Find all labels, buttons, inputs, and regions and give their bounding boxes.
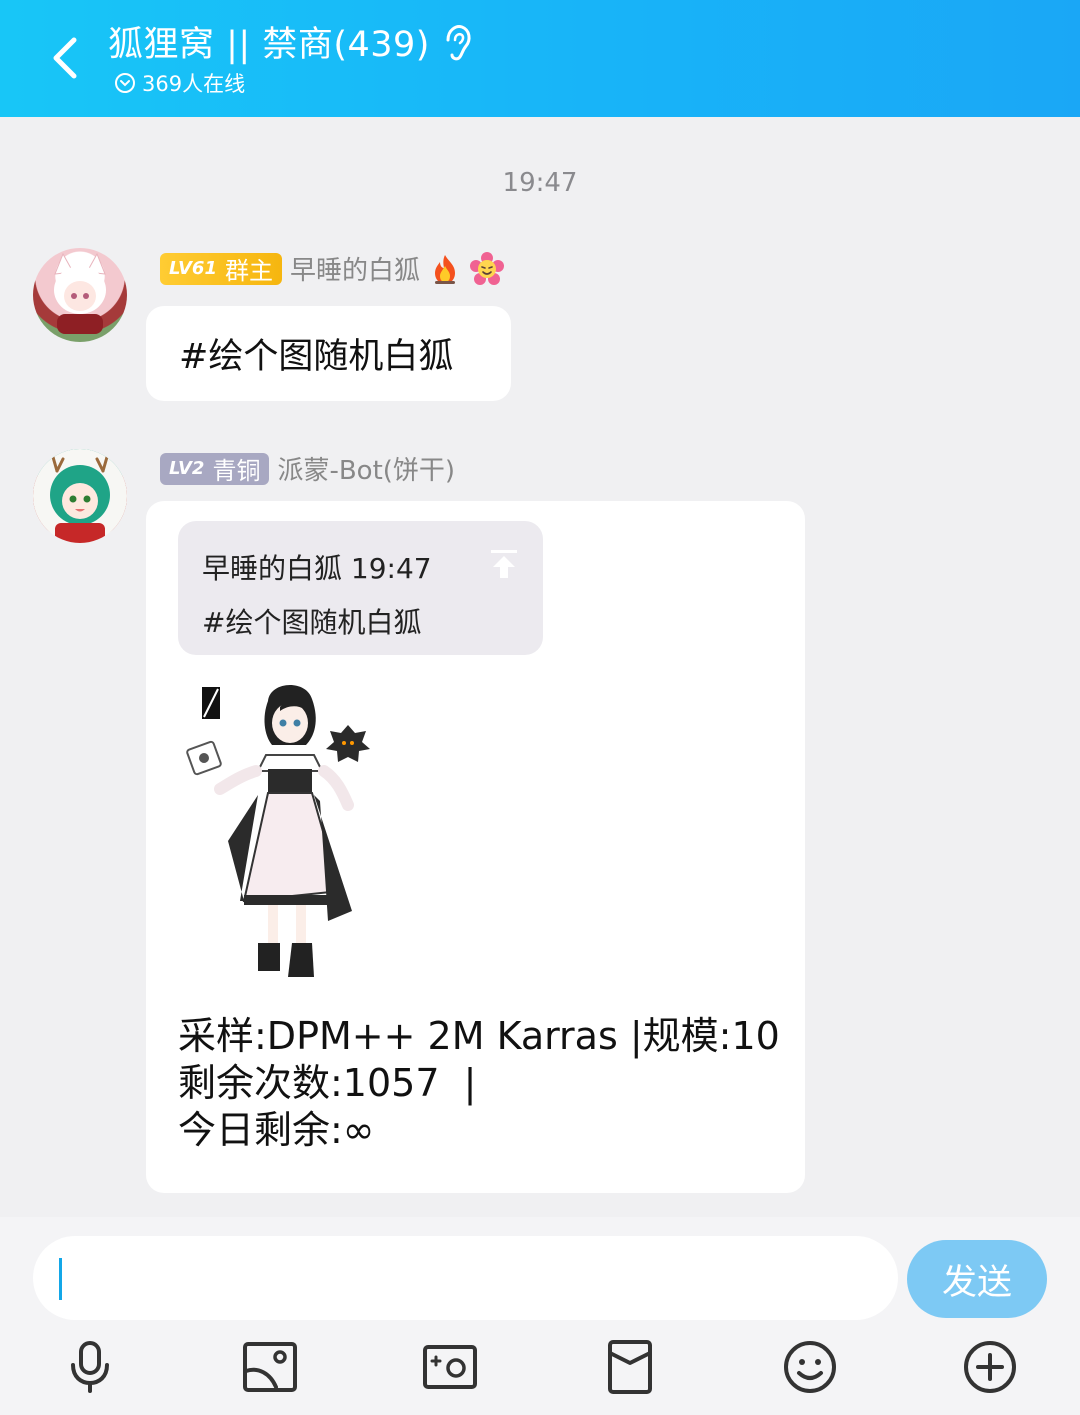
- avatar-white-fox: [54, 252, 106, 334]
- emoji-button[interactable]: [780, 1337, 840, 1397]
- plus-button[interactable]: [960, 1337, 1020, 1397]
- chevron-down-circle-icon: [115, 73, 135, 93]
- generated-image[interactable]: [180, 671, 380, 991]
- chevron-left-icon[interactable]: [46, 34, 86, 82]
- level-badge: LV2 青铜: [160, 452, 270, 485]
- role-label: 群主: [224, 257, 273, 285]
- sender-row: LV61 群主 早睡的白狐: [160, 250, 504, 287]
- camera-icon: [423, 1345, 477, 1389]
- red-packet-icon: [608, 1340, 652, 1394]
- sender-name[interactable]: 早睡的白狐: [290, 250, 420, 287]
- message-bubble[interactable]: 早睡的白狐 19:47 #绘个图随机白狐 采样:DPM++ 2M Karras …: [146, 501, 805, 1193]
- reply-line: 剩余次数:1057 |: [178, 1061, 477, 1105]
- red-packet-button[interactable]: [600, 1337, 660, 1397]
- fire-icon: [435, 254, 455, 284]
- level-badge: LV61 群主: [160, 252, 282, 285]
- flower-face-icon: [470, 251, 504, 285]
- microphone-icon: [71, 1341, 109, 1393]
- message-timestamp: 19:47: [502, 168, 578, 198]
- quoted-reply[interactable]: 早睡的白狐 19:47 #绘个图随机白狐: [178, 521, 543, 655]
- camera-button[interactable]: [420, 1337, 480, 1397]
- avatar-bot: [33, 449, 127, 543]
- quote-text: #绘个图随机白狐: [202, 606, 422, 639]
- composer: 发送: [0, 1217, 1080, 1415]
- jump-to-original-icon[interactable]: [487, 547, 521, 581]
- quote-header: 早睡的白狐 19:47: [202, 552, 432, 585]
- avatar[interactable]: [33, 248, 127, 342]
- image-button[interactable]: [240, 1337, 300, 1397]
- composer-toolbar: [0, 1337, 1080, 1401]
- plus-icon: [964, 1341, 1016, 1393]
- sender-name[interactable]: 派蒙-Bot(饼干): [277, 450, 455, 487]
- ear-icon[interactable]: [440, 22, 474, 62]
- reply-line: 今日剩余:∞: [178, 1108, 375, 1152]
- sender-row: LV2 青铜 派蒙-Bot(饼干): [160, 450, 455, 487]
- bot-reply-text: 采样:DPM++ 2M Karras |规模:10 剩余次数:1057 | 今日剩余…: [178, 1013, 780, 1154]
- online-status[interactable]: 369人在线: [114, 68, 245, 98]
- title-row[interactable]: 狐狸窝 || 禁商(439): [108, 16, 474, 67]
- reply-line: 采样:DPM++ 2M Karras |规模:10: [178, 1014, 780, 1058]
- level-label: LV2: [169, 458, 205, 479]
- image-icon: [243, 1342, 297, 1392]
- message-bubble[interactable]: #绘个图随机白狐: [146, 306, 511, 401]
- emoji-icon: [784, 1341, 836, 1393]
- chat-header: 狐狸窝 || 禁商(439) 369人在线: [0, 0, 1080, 117]
- text-caret: [59, 1258, 62, 1300]
- send-button[interactable]: 发送: [907, 1240, 1047, 1318]
- online-count: 369人在线: [142, 72, 246, 96]
- message-text: #绘个图随机白狐: [179, 337, 454, 377]
- group-title[interactable]: 狐狸窝 || 禁商(439): [108, 16, 430, 67]
- message-input[interactable]: [33, 1236, 898, 1320]
- role-label: 青铜: [212, 457, 261, 485]
- microphone-button[interactable]: [60, 1337, 120, 1397]
- level-label: LV61: [169, 258, 217, 279]
- avatar[interactable]: [33, 449, 127, 543]
